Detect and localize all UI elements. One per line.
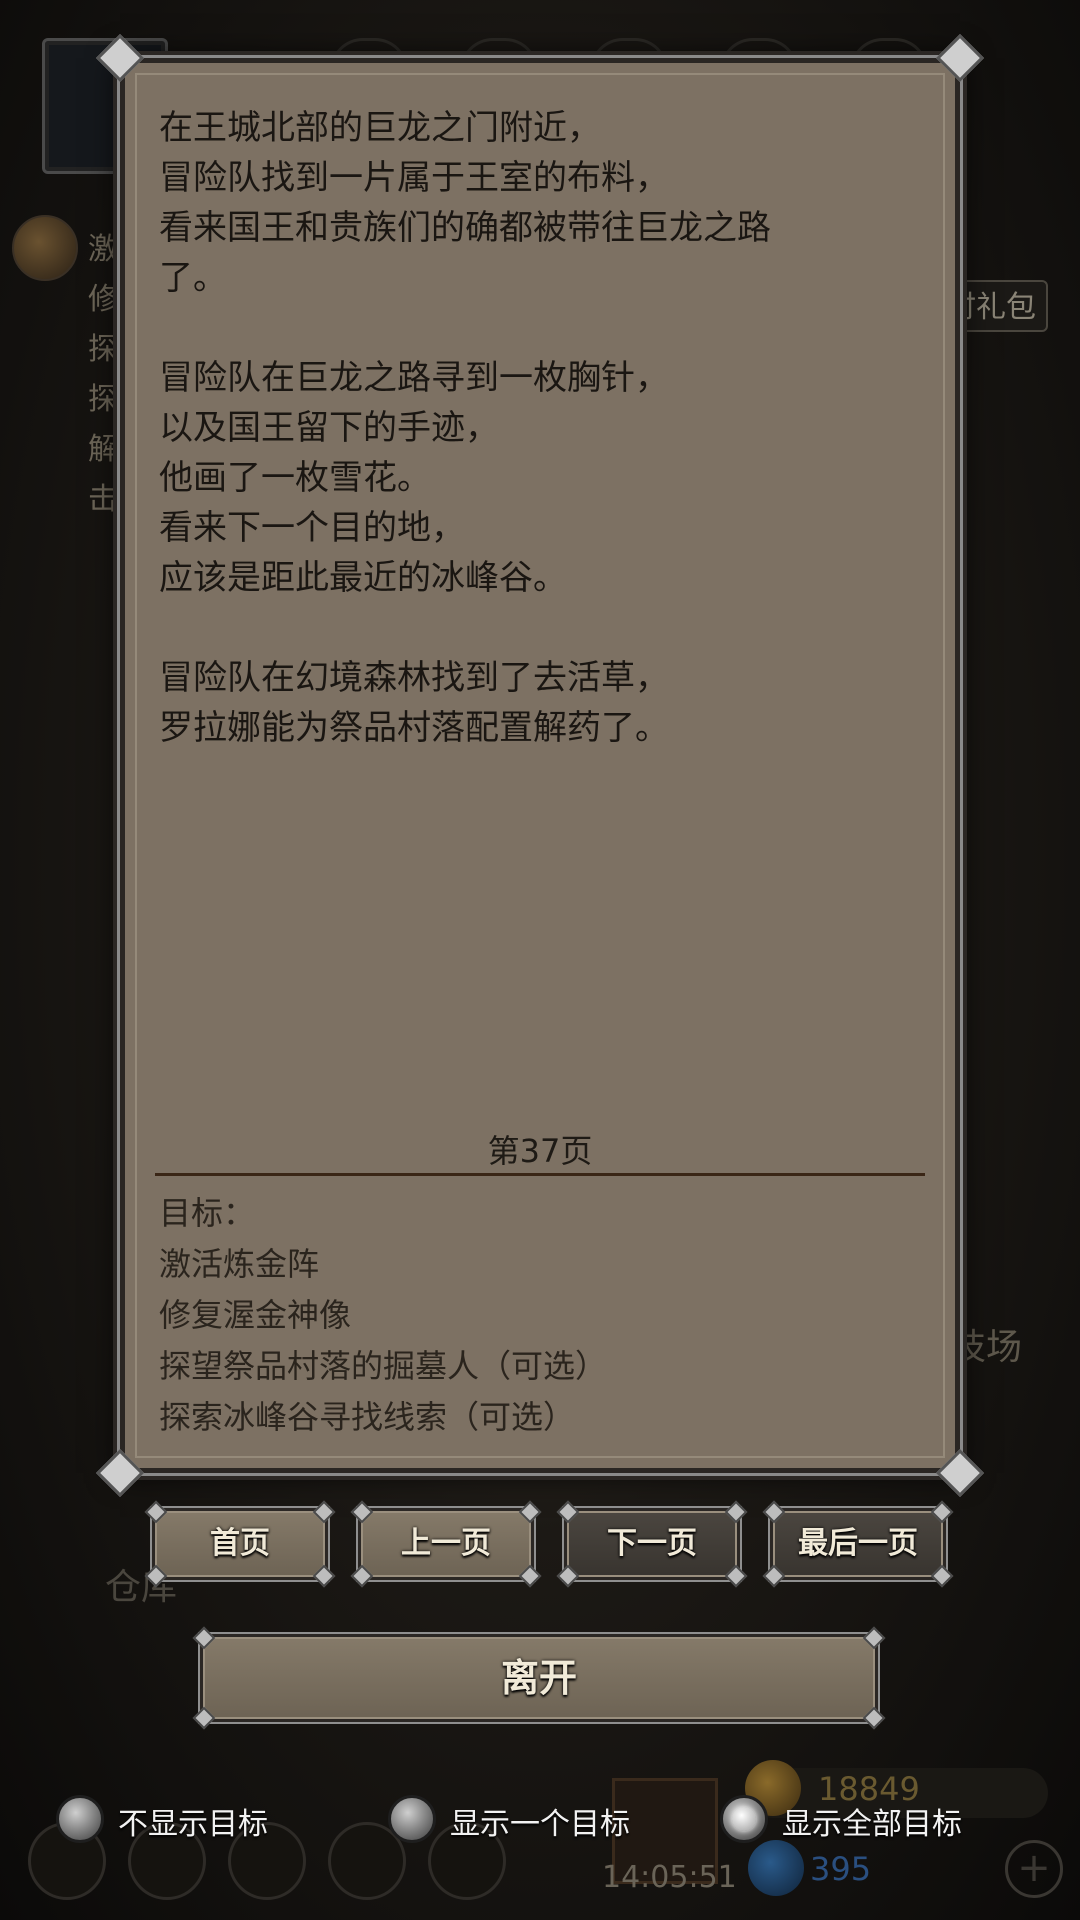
journal-line: 看来国王和贵族们的确都被带往巨龙之路 bbox=[159, 208, 771, 248]
journal-line bbox=[159, 603, 929, 653]
journal-line: 了。 bbox=[159, 258, 227, 298]
section-divider bbox=[155, 1173, 925, 1176]
goal-item: 修复渥金神像 bbox=[159, 1296, 352, 1334]
goals-section: 目标： 激活炼金阵 修复渥金神像 探望祭品村落的掘墓人（可选） 探索冰峰谷寻找线… bbox=[159, 1188, 929, 1443]
clock: 14:05:51 bbox=[602, 1860, 737, 1895]
journal-line bbox=[159, 303, 929, 353]
hide-targets-toggle[interactable]: 不显示目标 bbox=[56, 1795, 296, 1845]
journal-line: 冒险队在幻境森林找到了去活草， bbox=[159, 658, 669, 698]
show-one-target-toggle[interactable]: 显示一个目标 bbox=[388, 1795, 668, 1845]
journal-line: 在王城北部的巨龙之门附近， bbox=[159, 108, 601, 148]
first-page-label: 首页 bbox=[210, 1526, 270, 1561]
gem-amount: 395 bbox=[810, 1850, 872, 1888]
goal-item: 探索冰峰谷寻找线索（可选） bbox=[159, 1398, 576, 1436]
last-page-button[interactable]: 最后一页 bbox=[762, 1500, 954, 1588]
journal-panel: 在王城北部的巨龙之门附近， 冒险队找到一片属于王室的布料， 看来国王和贵族们的确… bbox=[95, 33, 985, 1498]
journal-line: 冒险队找到一片属于王室的布料， bbox=[159, 158, 669, 198]
radio-icon bbox=[388, 1795, 436, 1843]
hide-targets-label: 不显示目标 bbox=[118, 1807, 268, 1842]
journal-line: 看来下一个目的地， bbox=[159, 508, 465, 548]
goals-title: 目标： bbox=[159, 1194, 256, 1232]
goal-item: 探望祭品村落的掘墓人（可选） bbox=[159, 1347, 608, 1385]
radio-icon bbox=[56, 1795, 104, 1843]
journal-text[interactable]: 在王城北部的巨龙之门附近， 冒险队找到一片属于王室的布料， 看来国王和贵族们的确… bbox=[159, 103, 929, 753]
first-page-button[interactable]: 首页 bbox=[144, 1500, 336, 1588]
gem-icon bbox=[748, 1840, 804, 1896]
show-one-target-label: 显示一个目标 bbox=[450, 1807, 630, 1842]
goal-item: 激活炼金阵 bbox=[159, 1245, 320, 1283]
plus-icon: + bbox=[1005, 1840, 1063, 1898]
radio-selected-icon bbox=[720, 1795, 768, 1843]
next-page-label: 下一页 bbox=[607, 1526, 697, 1561]
next-page-button[interactable]: 下一页 bbox=[556, 1500, 748, 1588]
leave-button[interactable]: 离开 bbox=[192, 1626, 886, 1730]
journal-line: 以及国王留下的手迹， bbox=[159, 408, 499, 448]
leave-label: 离开 bbox=[500, 1656, 577, 1700]
prev-page-label: 上一页 bbox=[401, 1526, 491, 1561]
show-all-targets-label: 显示全部目标 bbox=[782, 1807, 962, 1842]
journal-line: 他画了一枚雪花。 bbox=[159, 458, 431, 498]
quest-hammer-icon bbox=[12, 215, 78, 281]
journal-line: 冒险队在巨龙之路寻到一枚胸针， bbox=[159, 358, 669, 398]
journal-line: 应该是距此最近的冰峰谷。 bbox=[159, 558, 567, 598]
prev-page-button[interactable]: 上一页 bbox=[350, 1500, 542, 1588]
arena-label: 技场 bbox=[950, 1327, 1023, 1368]
page-number: 第37页 bbox=[487, 1132, 593, 1170]
journal-line: 罗拉娜能为祭品村落配置解药了。 bbox=[159, 708, 669, 748]
last-page-label: 最后一页 bbox=[798, 1526, 918, 1561]
show-all-targets-toggle[interactable]: 显示全部目标 bbox=[720, 1795, 1020, 1845]
